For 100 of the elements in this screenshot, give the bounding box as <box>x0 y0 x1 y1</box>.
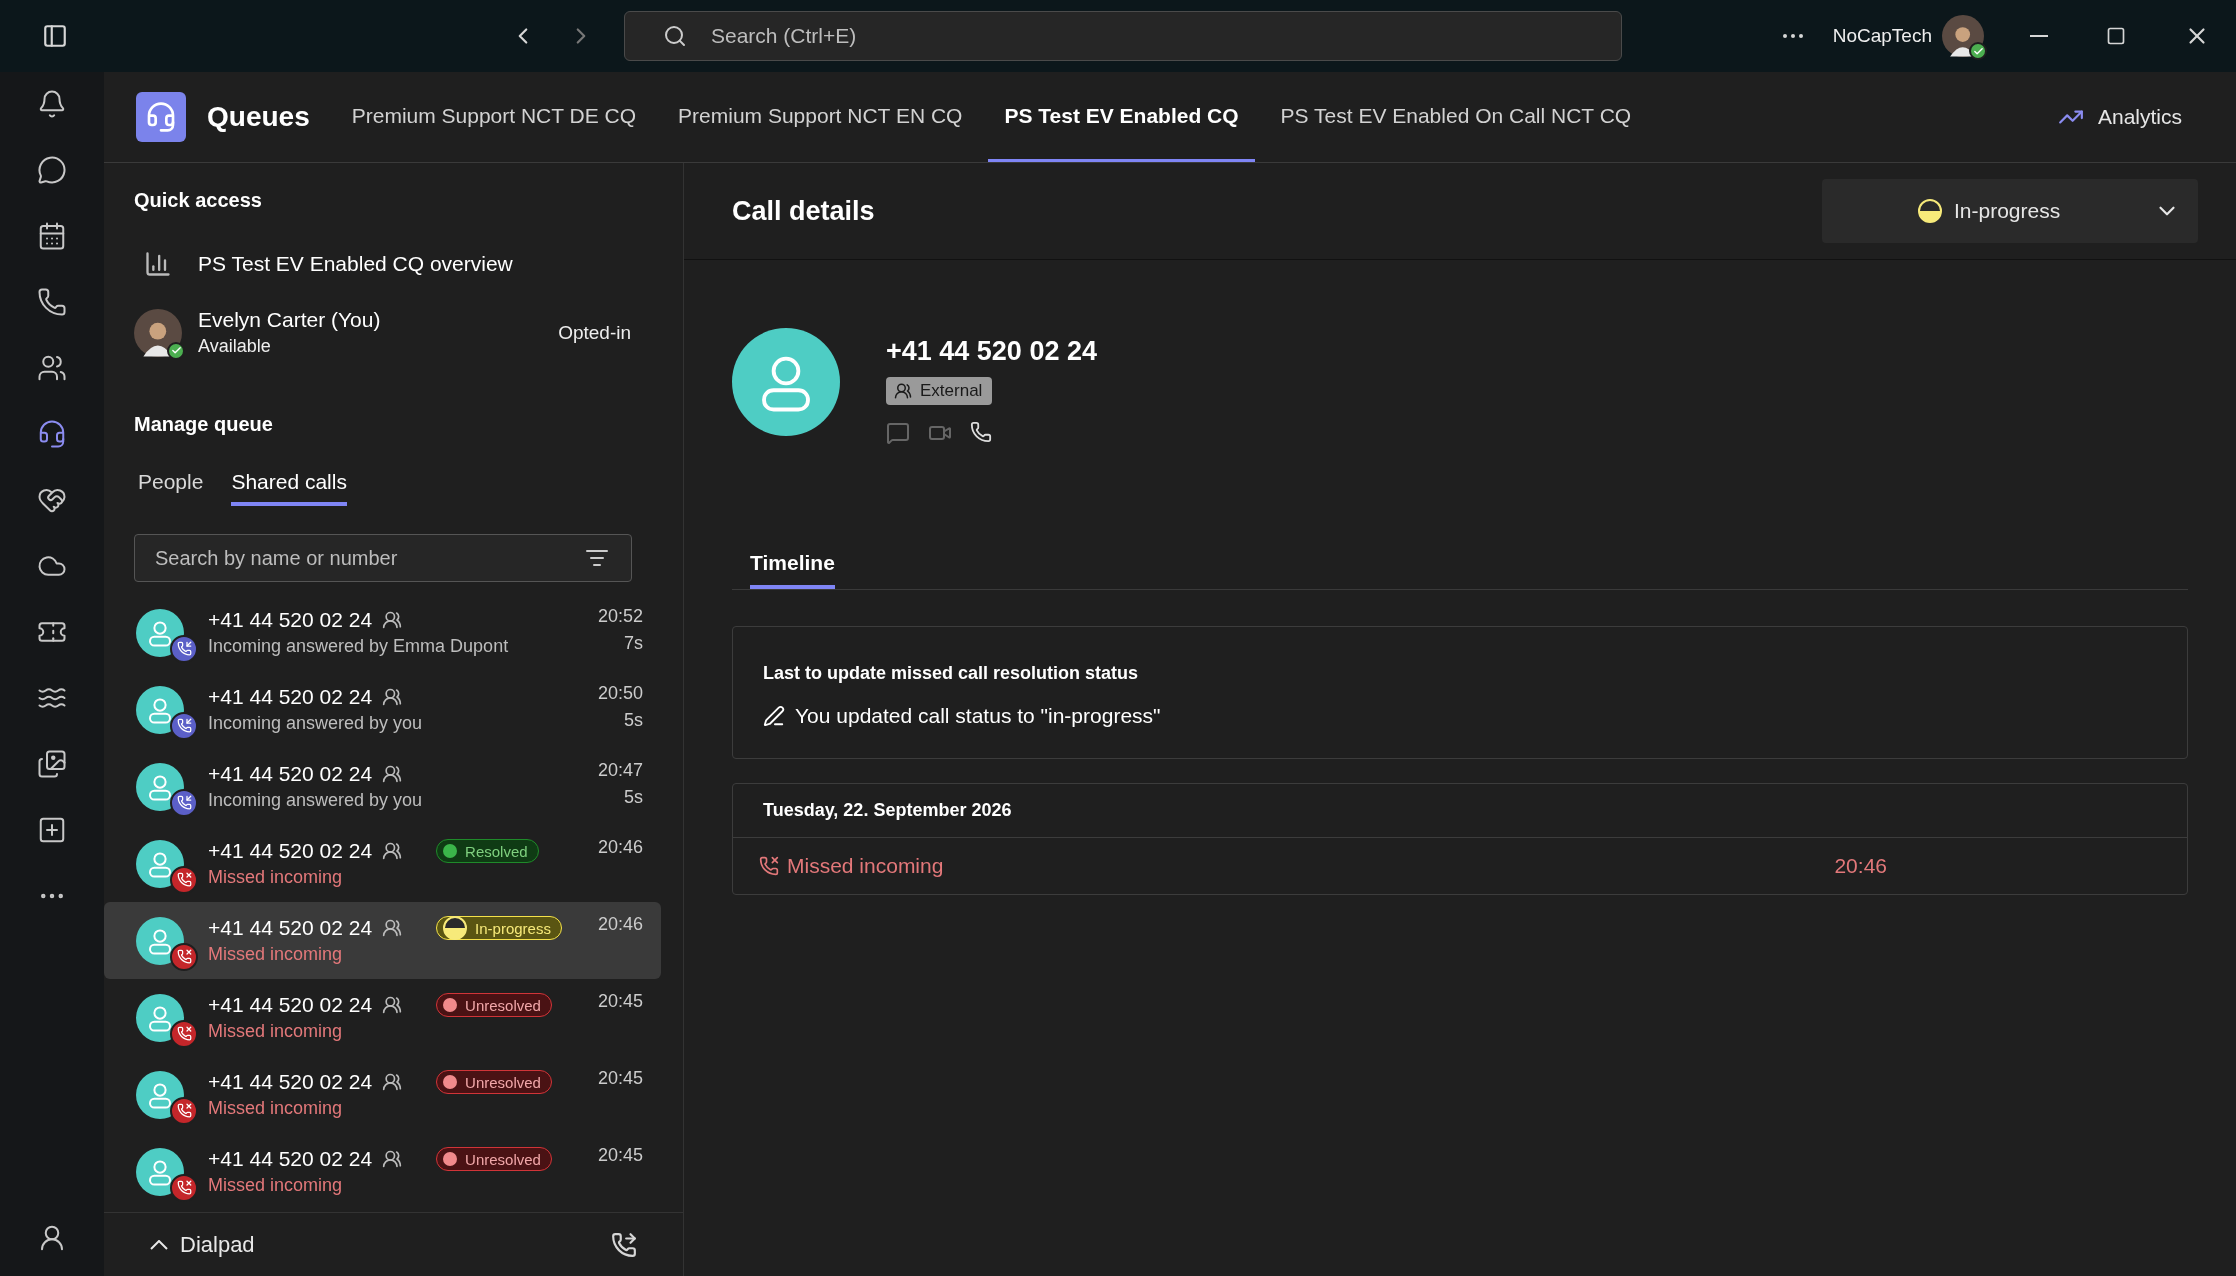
analytics-button[interactable]: Analytics <box>2051 72 2188 162</box>
section-title: Quick access <box>134 189 263 212</box>
update-text: You updated call status to "in-progress" <box>795 704 1161 728</box>
phone-number: +41 44 520 02 24 <box>208 762 373 786</box>
sidebar-icon <box>42 23 68 49</box>
call-row[interactable]: +41 44 520 02 24 Unresolved Missed incoming 20:45 <box>104 1133 661 1210</box>
queues-logo <box>136 92 186 142</box>
edit-icon <box>763 705 785 727</box>
call-row[interactable]: +41 44 520 02 24 In-progress Missed incoming 20:46 <box>104 902 661 979</box>
status-pill: Unresolved <box>436 1070 552 1094</box>
call-description: Missed incoming <box>208 944 344 965</box>
more-icon <box>1782 34 1803 38</box>
queue-subtab[interactable]: People <box>138 470 204 506</box>
queue-tab[interactable]: PS Test EV Enabled CQ <box>988 72 1255 162</box>
status-pill: In-progress <box>436 916 562 940</box>
agent-name: Evelyn Carter (You) <box>198 308 381 332</box>
minimize-icon <box>2030 35 2048 37</box>
missed-call-icon <box>176 872 192 887</box>
queue-tab[interactable]: Premium Support NCT EN CQ <box>662 72 979 162</box>
phone-number: +41 44 520 02 24 <box>208 1147 373 1171</box>
call-description: Missed incoming <box>208 867 344 888</box>
phone-number: +41 44 520 02 24 <box>208 839 373 863</box>
call-search-field[interactable]: Search by name or number <box>153 545 585 571</box>
call-row[interactable]: +41 44 520 02 24 Resolved Missed incoming 20:46 <box>104 825 661 902</box>
missed-call-icon <box>176 949 192 964</box>
missed-call-icon <box>176 1180 192 1195</box>
external-icon <box>382 687 403 707</box>
call-description: Incoming answered by you <box>208 790 424 811</box>
external-icon <box>382 610 403 630</box>
missed-call-icon <box>759 856 779 876</box>
phone-forward-icon <box>611 1231 637 1258</box>
overview-link[interactable]: PS Test EV Enabled CQ overview <box>198 252 513 276</box>
chart-icon <box>144 250 172 278</box>
call-description: Incoming answered by Emma Dupont <box>208 636 510 657</box>
section-title: Manage queue <box>134 413 274 436</box>
half-circle-icon <box>1918 199 1942 223</box>
entry-label: Missed incoming <box>787 854 944 878</box>
missed-call-icon <box>176 1026 192 1041</box>
status-pill: Unresolved <box>436 1147 552 1171</box>
timeline-tab[interactable]: Timeline <box>750 551 835 589</box>
queue-tab[interactable]: PS Test EV Enabled On Call NCT CQ <box>1264 72 1648 162</box>
call-duration: 5s <box>624 710 643 731</box>
queue-tab[interactable]: Premium Support NCT DE CQ <box>335 72 653 162</box>
search-field[interactable]: Search (Ctrl+E) <box>709 23 1621 49</box>
call-description: Missed incoming <box>208 1098 344 1119</box>
phone-number: +41 44 520 02 24 <box>208 608 373 632</box>
status-label: In-progress <box>1954 199 2061 223</box>
call-duration: 7s <box>624 633 643 654</box>
search-bar[interactable]: Search (Ctrl+E) <box>624 11 1622 61</box>
incoming-call-icon <box>176 795 192 810</box>
call-description: Incoming answered by you <box>208 713 424 734</box>
call-time: 20:46 <box>597 914 643 935</box>
status-pill: Resolved <box>436 839 539 863</box>
external-icon <box>382 764 403 784</box>
agent-presence: Available <box>198 336 272 357</box>
dialpad-toggle[interactable]: Dialpad <box>144 1230 261 1259</box>
call-search-bar[interactable]: Search by name or number <box>134 534 632 582</box>
external-icon <box>382 841 403 861</box>
call-description: Missed incoming <box>208 1175 344 1196</box>
call-time: 20:45 <box>597 991 643 1012</box>
phone-number: +41 44 520 02 24 <box>208 993 373 1017</box>
presence-badge <box>1969 42 1987 60</box>
call-row[interactable]: +41 44 520 02 24 Unresolved Missed incoming 20:45 <box>104 1056 661 1133</box>
contact-number: +41 44 520 02 24 <box>886 336 1097 367</box>
phone-icon[interactable] <box>970 421 992 443</box>
call-row[interactable]: +41 44 520 02 24 Incoming answered by you 20:50 5s <box>104 671 661 748</box>
entry-time: 20:46 <box>1834 854 1887 878</box>
app-title: Queues <box>207 101 310 133</box>
incoming-call-icon <box>176 641 192 656</box>
call-row[interactable]: +41 44 520 02 24 Unresolved Missed incoming 20:45 <box>104 979 661 1056</box>
call-time: 20:47 <box>597 760 643 781</box>
call-time: 20:45 <box>597 1068 643 1089</box>
user-avatar[interactable] <box>1942 15 1984 57</box>
status-dropdown[interactable]: In-progress <box>1822 179 2198 243</box>
external-icon <box>382 1072 403 1092</box>
card-title: Last to update missed call resolution status <box>763 663 1140 684</box>
tag-label: External <box>920 381 983 401</box>
call-row[interactable]: +41 44 520 02 24 Incoming answered by Emma Dupont 20:52 7s <box>104 594 661 671</box>
call-description: Missed incoming <box>208 1021 344 1042</box>
phone-number: +41 44 520 02 24 <box>208 916 373 940</box>
call-time: 20:45 <box>597 1145 643 1166</box>
incoming-call-icon <box>176 718 192 733</box>
panel-title: Call details <box>732 195 875 227</box>
day-date: Tuesday, 22. September 2026 <box>763 800 1013 821</box>
maximize-icon <box>2106 26 2126 46</box>
phone-number: +41 44 520 02 24 <box>208 685 373 709</box>
opt-status: Opted-in <box>558 321 631 344</box>
people-icon <box>894 382 912 400</box>
status-pill: Unresolved <box>436 993 552 1017</box>
presence-badge <box>167 341 185 360</box>
account-name[interactable]: NoCapTech <box>1832 25 1932 47</box>
call-row[interactable]: +41 44 520 02 24 Incoming answered by you 20:47 5s <box>104 748 661 825</box>
call-duration: 5s <box>624 787 643 808</box>
queue-subtab[interactable]: Shared calls <box>231 470 347 506</box>
search-icon <box>663 24 687 48</box>
chevron-up-icon <box>150 1239 168 1250</box>
call-time: 20:52 <box>597 606 643 627</box>
external-icon <box>382 918 403 938</box>
call-time: 20:46 <box>597 837 643 858</box>
call-time: 20:50 <box>597 683 643 704</box>
